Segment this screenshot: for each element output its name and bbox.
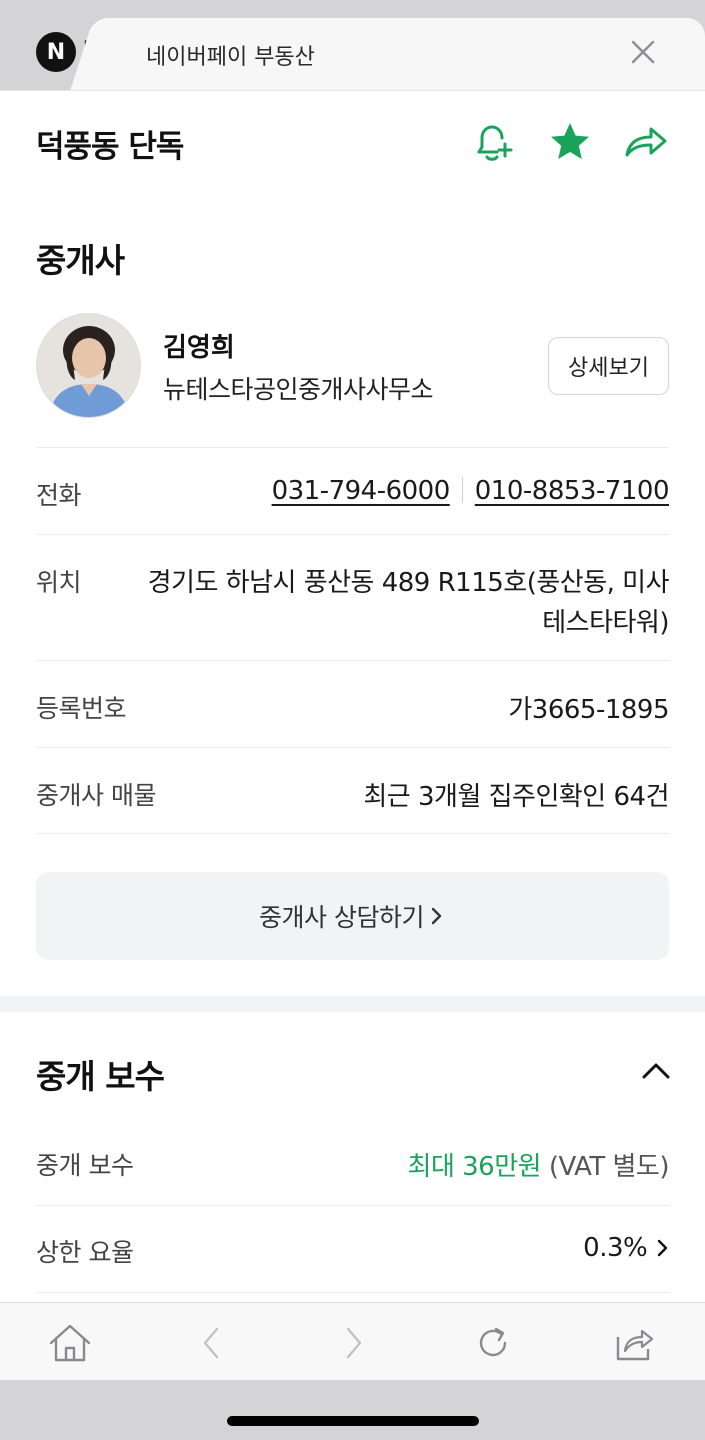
close-icon[interactable] bbox=[629, 38, 657, 66]
rate-label: 상한 요율 bbox=[36, 1238, 134, 1267]
page-title: 덕풍동 단독 bbox=[36, 129, 184, 165]
page-header: 덕풍동 단독 bbox=[0, 90, 705, 192]
browser-tab-strip: N p 네이버페이 부동산 bbox=[0, 0, 705, 90]
divider bbox=[36, 447, 669, 448]
phone-link-office[interactable]: 031-794-6000 bbox=[272, 476, 451, 506]
section-gap bbox=[0, 996, 705, 1012]
location-line-2: 테스타타워) bbox=[542, 608, 669, 638]
registration-label: 등록번호 bbox=[36, 694, 127, 723]
rate-value[interactable]: 0.3% bbox=[583, 1233, 671, 1263]
chevron-up-icon[interactable] bbox=[640, 1060, 672, 1082]
naver-pay-logo: N bbox=[36, 32, 76, 72]
divider bbox=[36, 833, 669, 834]
agent-office: 뉴테스타공인중개사사무소 bbox=[163, 375, 434, 404]
back-icon[interactable] bbox=[190, 1323, 234, 1363]
listings-label: 중개사 매물 bbox=[36, 781, 156, 810]
location-label: 위치 bbox=[36, 568, 82, 597]
fee-label: 중개 보수 bbox=[36, 1151, 134, 1180]
phone-label: 전화 bbox=[36, 481, 82, 510]
divider bbox=[36, 747, 669, 748]
location-line-1: 경기도 하남시 풍산동 489 R115호(풍산동, 미사 bbox=[147, 568, 670, 598]
phone-separator bbox=[461, 477, 463, 503]
phone-numbers: 031-794-6000 010-8853-7100 bbox=[272, 476, 670, 506]
agent-avatar bbox=[36, 313, 141, 418]
chevron-right-icon bbox=[657, 1239, 668, 1257]
consult-button-label: 중개사 상담하기 bbox=[259, 903, 424, 932]
fee-value: 최대 36만원 (VAT 별도) bbox=[407, 1146, 670, 1183]
fee-section-title: 중개 보수 bbox=[36, 1057, 165, 1096]
forward-icon[interactable] bbox=[331, 1323, 375, 1363]
consult-button[interactable]: 중개사 상담하기 bbox=[36, 872, 669, 960]
registration-value: 가3665-1895 bbox=[508, 695, 669, 725]
phone-link-mobile[interactable]: 010-8853-7100 bbox=[475, 476, 670, 506]
listings-value: 최근 3개월 집주인확인 64건 bbox=[363, 782, 669, 812]
divider bbox=[36, 534, 669, 535]
detail-button[interactable]: 상세보기 bbox=[548, 337, 669, 395]
fee-max-amount: 최대 36만원 bbox=[407, 1152, 542, 1182]
home-indicator-area bbox=[0, 1380, 705, 1440]
refresh-icon[interactable] bbox=[471, 1323, 515, 1363]
divider bbox=[36, 1205, 669, 1206]
content-area[interactable]: 중개사 김영희 뉴테스타공인중개사사무소 상세보기 전화 031-794-600… bbox=[0, 192, 705, 1302]
agent-name: 김영희 bbox=[163, 333, 235, 363]
chevron-right-icon bbox=[431, 907, 442, 925]
share-icon[interactable] bbox=[623, 119, 669, 165]
divider bbox=[36, 1292, 669, 1293]
star-icon[interactable] bbox=[547, 119, 593, 165]
active-tab[interactable]: 네이버페이 부동산 bbox=[108, 18, 705, 90]
rate-value-text: 0.3% bbox=[583, 1233, 648, 1263]
browser-toolbar bbox=[0, 1302, 705, 1380]
bell-plus-icon[interactable] bbox=[470, 119, 516, 165]
divider bbox=[36, 660, 669, 661]
tab-title: 네이버페이 부동산 bbox=[146, 45, 315, 70]
home-icon[interactable] bbox=[48, 1323, 92, 1363]
location-value: 경기도 하남시 풍산동 489 R115호(풍산동, 미사 테스타타워) bbox=[109, 563, 670, 643]
share-out-icon[interactable] bbox=[612, 1323, 656, 1363]
broker-section-title: 중개사 bbox=[36, 241, 125, 280]
home-indicator[interactable] bbox=[227, 1416, 479, 1426]
fee-vat-note: (VAT 별도) bbox=[548, 1152, 670, 1182]
